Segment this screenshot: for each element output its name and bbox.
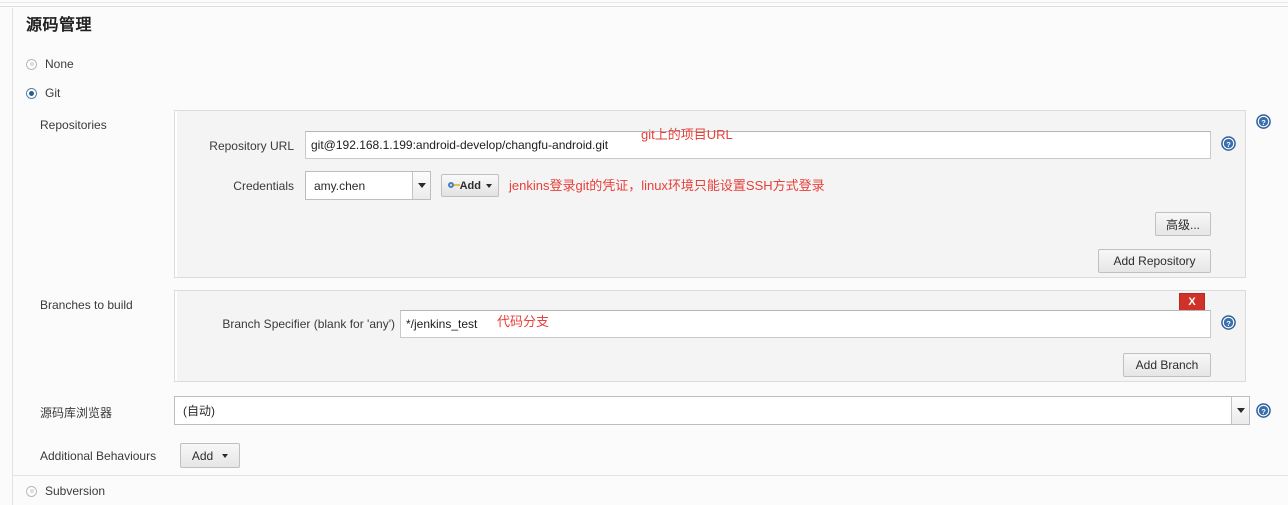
- credentials-select[interactable]: amy.chen: [305, 171, 431, 200]
- svg-text:?: ?: [1261, 407, 1266, 416]
- scm-option-none-label: None: [45, 57, 74, 71]
- add-behaviour-label: Add: [191, 448, 214, 463]
- behaviours-row-label: Additional Behaviours: [40, 449, 157, 463]
- radio-none-icon[interactable]: [26, 58, 37, 70]
- add-credentials-button[interactable]: Add: [441, 174, 499, 197]
- delete-branch-button[interactable]: X: [1179, 293, 1205, 311]
- chevron-down-icon: [222, 453, 229, 458]
- credentials-label: Credentials: [233, 179, 294, 193]
- scm-option-git-label: Git: [45, 86, 61, 100]
- chevron-down-icon[interactable]: [412, 172, 430, 199]
- scm-config-page: 源码管理 None Git Repositories Repository UR…: [0, 0, 1288, 505]
- radio-git-icon[interactable]: [26, 87, 37, 99]
- scm-option-subversion[interactable]: Subversion: [26, 484, 105, 498]
- help-icon-source-browser[interactable]: ?: [1256, 403, 1271, 418]
- annotation-credentials-note: jenkins登录git的凭证，linux环境只能设置SSH方式登录: [509, 178, 825, 193]
- scm-option-none[interactable]: None: [26, 57, 74, 71]
- bottom-divider: [13, 475, 1288, 476]
- browser-row-label: 源码库浏览器: [40, 406, 113, 420]
- repository-url-label: Repository URL: [209, 139, 294, 153]
- source-browser-select[interactable]: (自动): [174, 396, 1250, 425]
- chevron-down-icon[interactable]: [1231, 397, 1249, 424]
- add-repository-button[interactable]: Add Repository: [1098, 249, 1211, 273]
- left-rail-divider: [12, 8, 13, 505]
- help-icon-branch-specifier[interactable]: ?: [1221, 315, 1236, 330]
- repositories-panel-edge: [175, 111, 177, 277]
- source-browser-value: (自动): [183, 404, 215, 418]
- top-divider-lower: [0, 6, 1288, 7]
- repository-url-input[interactable]: [305, 131, 1211, 159]
- page-title: 源码管理: [26, 17, 93, 34]
- svg-text:?: ?: [1226, 140, 1231, 149]
- branches-row-label: Branches to build: [40, 298, 133, 312]
- annotation-url-note: git上的项目URL: [641, 127, 733, 142]
- key-icon: [448, 181, 460, 190]
- scm-option-subversion-label: Subversion: [45, 484, 106, 498]
- add-credentials-label: Add: [459, 179, 481, 192]
- chevron-down-icon: [486, 183, 492, 188]
- repositories-row-label: Repositories: [40, 118, 107, 132]
- branch-specifier-label: Branch Specifier (blank for 'any'): [222, 317, 395, 331]
- top-divider-upper: [0, 2, 1288, 3]
- scm-option-git[interactable]: Git: [26, 86, 60, 100]
- radio-subversion-icon[interactable]: [26, 485, 37, 497]
- credentials-select-value: amy.chen: [314, 178, 366, 193]
- add-branch-button[interactable]: Add Branch: [1123, 353, 1211, 377]
- branches-panel-edge: [175, 291, 177, 381]
- add-behaviour-button[interactable]: Add: [180, 443, 240, 468]
- help-icon-repository-url[interactable]: ?: [1221, 136, 1236, 151]
- help-icon-repositories-section[interactable]: ?: [1256, 114, 1271, 129]
- annotation-branch-note: 代码分支: [497, 314, 550, 329]
- svg-text:?: ?: [1226, 319, 1231, 328]
- svg-text:?: ?: [1261, 118, 1266, 127]
- advanced-button[interactable]: 高级...: [1155, 212, 1211, 236]
